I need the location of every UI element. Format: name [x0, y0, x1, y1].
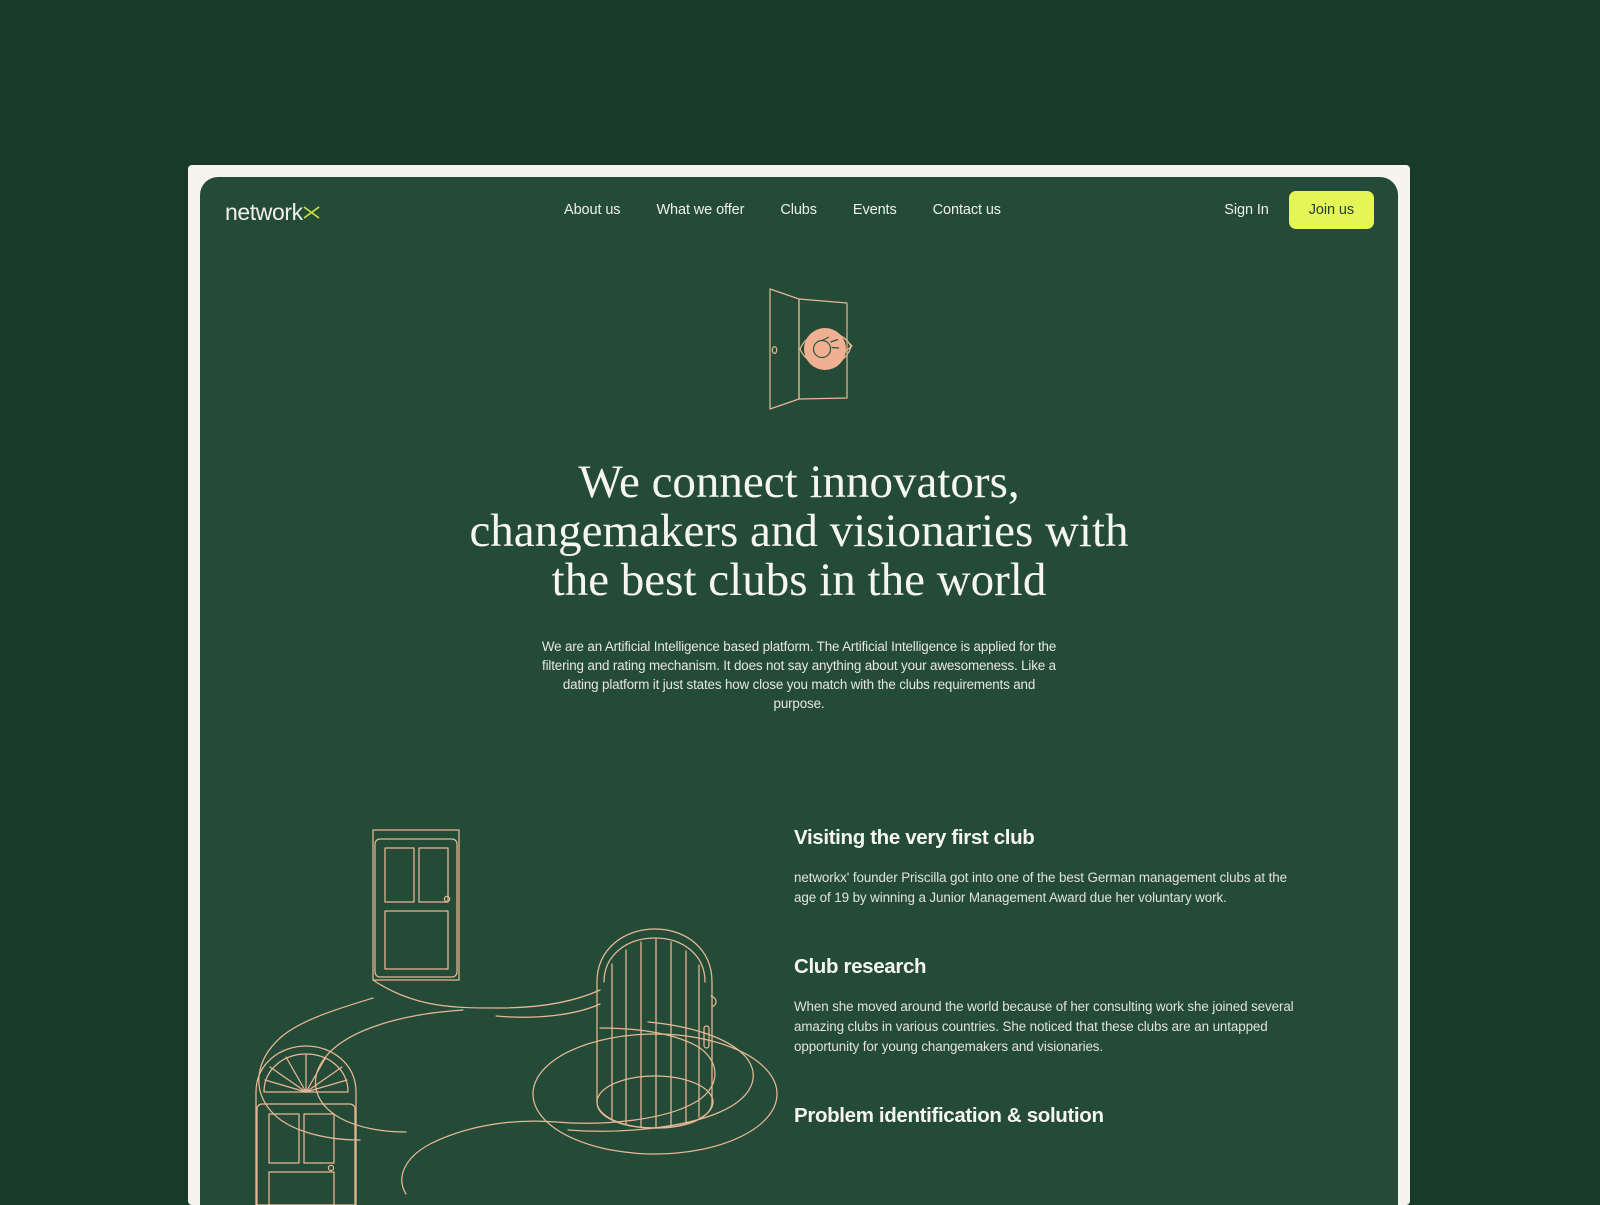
page-title: We connect innovators, changemakers and … — [469, 456, 1129, 606]
header-actions: Sign In Join us — [1222, 191, 1374, 229]
open-door-with-eye-illustration — [739, 277, 859, 417]
nav-item-events[interactable]: Events — [853, 200, 897, 220]
story-text-column: Visiting the very first club networkx' f… — [794, 825, 1304, 1175]
story-block-club-research: Club research When she moved around the … — [794, 954, 1304, 1057]
nav-item-what-we-offer[interactable]: What we offer — [656, 200, 744, 220]
x-mark-icon — [302, 203, 321, 222]
story-block-problem-identification-and-solution: Problem identification & solution — [794, 1103, 1304, 1129]
nav-item-contact-us[interactable]: Contact us — [933, 200, 1001, 220]
site-panel: network About us What we offer Clubs Eve… — [200, 177, 1398, 1205]
logo[interactable]: network — [225, 199, 321, 226]
site-header: network About us What we offer Clubs Eve… — [200, 177, 1398, 239]
story-block-visiting-the-very-first-club: Visiting the very first club networkx' f… — [794, 825, 1304, 908]
sign-in-button[interactable]: Sign In — [1222, 196, 1270, 224]
logo-text: network — [225, 199, 303, 225]
nav-item-about-us[interactable]: About us — [564, 200, 621, 220]
story-body: networkx' founder Priscilla got into one… — [794, 870, 1287, 905]
story-heading: Visiting the very first club — [794, 826, 1035, 849]
story-heading: Club research — [794, 955, 927, 978]
join-us-button[interactable]: Join us — [1288, 191, 1374, 229]
doors-and-winding-paths-illustration — [200, 822, 800, 1205]
primary-navigation: About us What we offer Clubs Events Cont… — [564, 200, 1001, 220]
hero-subtitle: We are an Artificial Intelligence based … — [541, 639, 1057, 711]
story-body: When she moved around the world because … — [794, 999, 1294, 1054]
nav-item-clubs[interactable]: Clubs — [780, 200, 817, 220]
story-heading: Problem identification & solution — [794, 1104, 1104, 1127]
